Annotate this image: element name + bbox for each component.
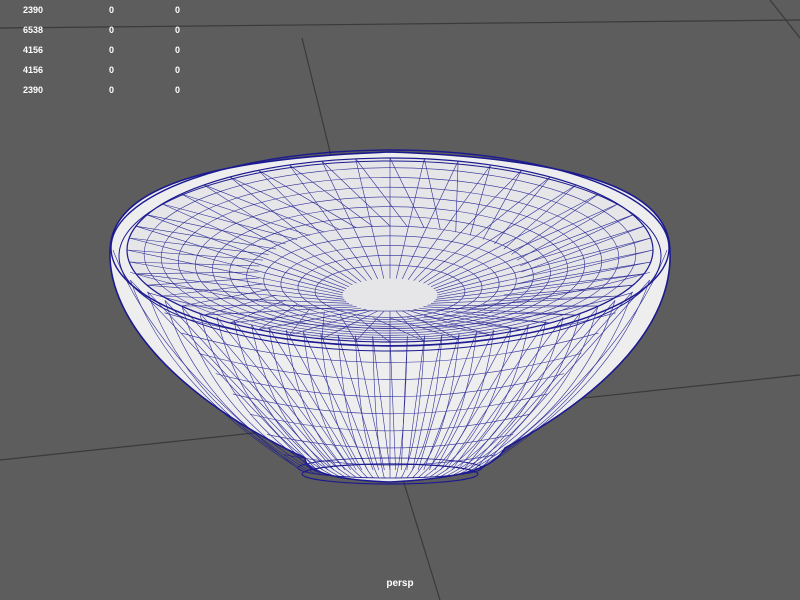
hud-stat-value: 4156 bbox=[23, 45, 44, 55]
camera-name-label: persp bbox=[386, 578, 414, 589]
hud-stat-value: 0 bbox=[175, 85, 181, 95]
hud-stat-value: 0 bbox=[109, 45, 115, 55]
hud-stat-value: 0 bbox=[175, 25, 181, 35]
bowl-wireframe-mesh[interactable] bbox=[109, 149, 671, 485]
hud-stat-row: 2390 0 0 bbox=[0, 0, 200, 20]
maya-perspective-viewport[interactable]: 2390 0 0 6538 0 0 4156 0 0 4156 0 0 2390… bbox=[0, 0, 800, 600]
hud-stat-value: 0 bbox=[109, 5, 115, 15]
hud-stat-value: 0 bbox=[109, 65, 115, 75]
grid-line bbox=[301, 37, 333, 161]
hud-stat-value: 4156 bbox=[23, 65, 44, 75]
hud-stat-value: 0 bbox=[175, 45, 181, 55]
hud-stat-value: 0 bbox=[175, 5, 181, 15]
hud-stat-row: 4156 0 0 bbox=[0, 60, 200, 80]
hud-stat-row: 4156 0 0 bbox=[0, 40, 200, 60]
hud-stat-value: 6538 bbox=[23, 25, 44, 35]
hud-stat-value: 2390 bbox=[23, 5, 44, 15]
hud-stat-row: 6538 0 0 bbox=[0, 20, 200, 40]
grid-line bbox=[769, 0, 800, 39]
hud-stat-value: 2390 bbox=[23, 85, 44, 95]
heads-up-poly-count-display: 2390 0 0 6538 0 0 4156 0 0 4156 0 0 2390… bbox=[0, 0, 200, 100]
hud-stat-value: 0 bbox=[109, 85, 115, 95]
hud-stat-value: 0 bbox=[109, 25, 115, 35]
hud-stat-row: 2390 0 0 bbox=[0, 80, 200, 100]
hud-stat-value: 0 bbox=[175, 65, 181, 75]
